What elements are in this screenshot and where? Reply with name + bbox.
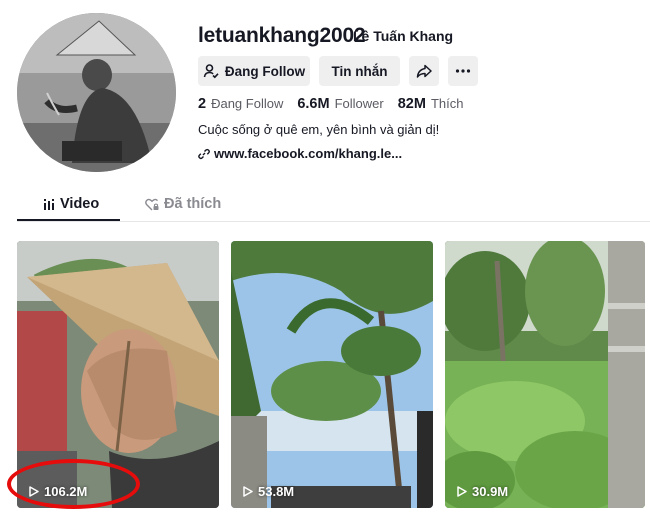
heart-lock-icon [145, 198, 159, 211]
video-card[interactable]: 53.8M [231, 241, 433, 508]
message-button-label: Tin nhắn [331, 63, 388, 79]
tab-video-label: Video [60, 196, 100, 212]
video-card[interactable]: 106.2M [17, 241, 219, 508]
video-views: 106.2M [29, 484, 87, 499]
stat-following[interactable]: 2 Đang Follow [198, 96, 283, 112]
following-label: Đang Follow [211, 96, 284, 111]
tab-divider [17, 221, 650, 222]
tab-liked[interactable]: Đã thích [145, 196, 221, 212]
share-icon [416, 63, 432, 79]
stat-likes: 82M Thích [398, 96, 464, 112]
tab-liked-label: Đã thích [164, 196, 222, 212]
profile-bio: Cuộc sống ở quê em, yên bình và giản dị! [198, 122, 440, 137]
video-views-count: 30.9M [472, 484, 509, 499]
more-options-button[interactable] [448, 56, 478, 86]
video-thumbnail [231, 241, 433, 508]
play-icon [457, 486, 467, 497]
play-icon [243, 486, 253, 497]
message-button[interactable]: Tin nhắn [319, 56, 400, 86]
profile-username: letuankhang2002 [198, 24, 366, 47]
following-button-label: Đang Follow [224, 63, 306, 79]
following-count: 2 [198, 96, 207, 112]
profile-link[interactable]: www.facebook.com/khang.le... [198, 146, 402, 161]
following-button[interactable]: Đang Follow [198, 56, 310, 86]
video-grid-icon [43, 198, 55, 210]
video-views: 53.8M [243, 484, 294, 499]
video-thumbnail [445, 241, 645, 508]
share-button[interactable] [409, 56, 439, 86]
profile-nickname: Lê Tuấn Khang [353, 28, 454, 44]
tab-video[interactable]: Video [43, 196, 99, 212]
stat-followers[interactable]: 6.6M Follower [297, 96, 383, 112]
user-check-icon [203, 63, 219, 79]
video-thumbnail [17, 241, 219, 508]
more-dots-icon [455, 69, 471, 73]
avatar-image [17, 13, 176, 172]
profile-avatar[interactable] [17, 13, 176, 172]
video-views: 30.9M [457, 484, 508, 499]
play-icon [29, 486, 39, 497]
likes-label: Thích [430, 96, 464, 111]
video-views-count: 53.8M [258, 484, 295, 499]
profile-stats: 2 Đang Follow 6.6M Follower 82M Thích [198, 96, 477, 112]
link-icon [198, 148, 210, 160]
profile-link-text: www.facebook.com/khang.le... [214, 146, 403, 161]
video-card[interactable]: 30.9M [445, 241, 645, 508]
video-views-count: 106.2M [44, 484, 88, 499]
followers-label: Follower [334, 96, 384, 111]
followers-count: 6.6M [297, 96, 330, 112]
likes-count: 82M [397, 96, 426, 112]
